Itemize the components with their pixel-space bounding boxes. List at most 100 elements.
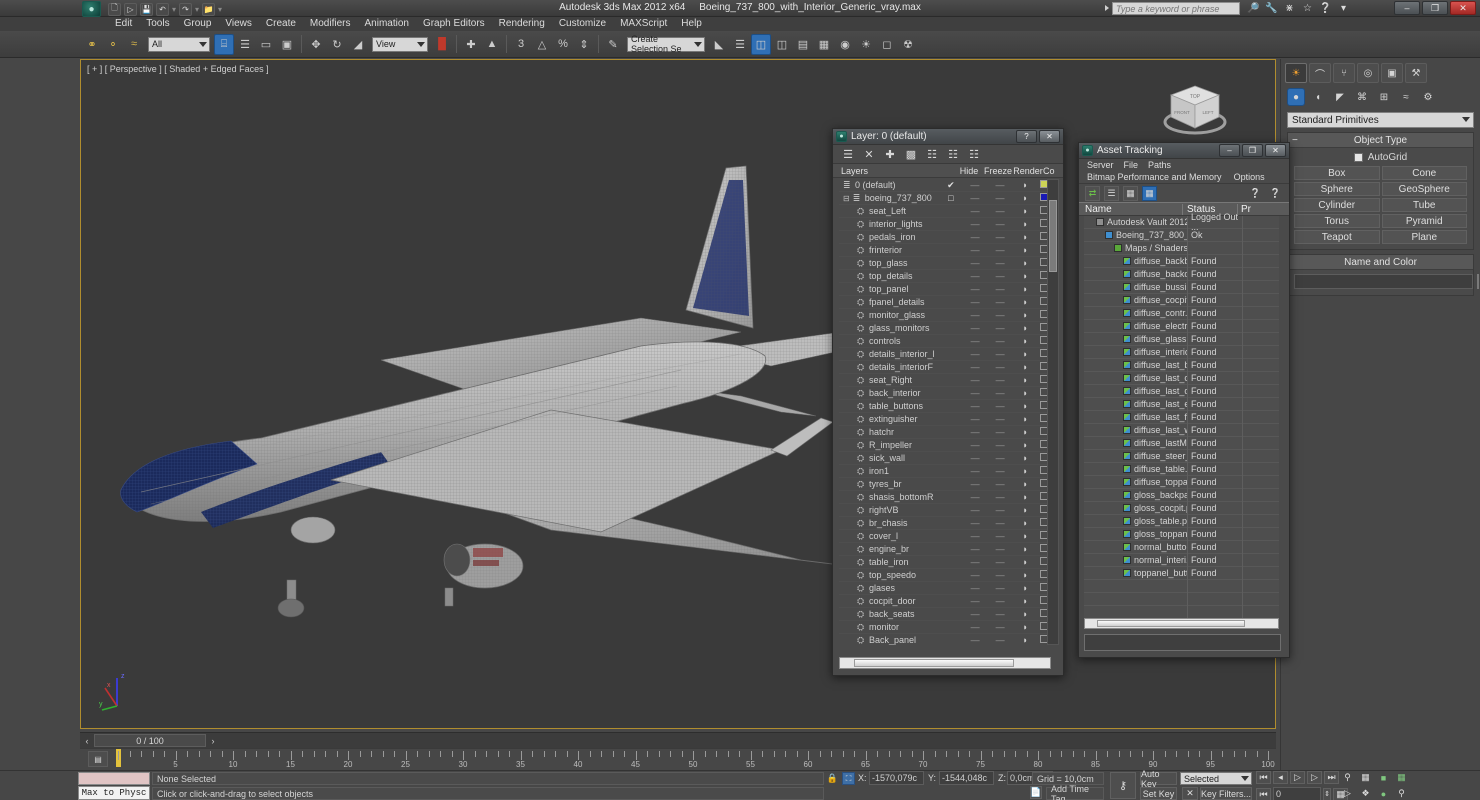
star-icon[interactable]: ☆ <box>1301 2 1314 15</box>
layer-freeze-cell[interactable]: — <box>988 323 1013 333</box>
layer-freeze-cell[interactable]: — <box>988 271 1013 281</box>
auto-key-button[interactable]: Auto Key <box>1140 769 1177 789</box>
select-by-name-icon[interactable]: ☰ <box>235 34 255 55</box>
lights-icon[interactable]: ◤ <box>1331 88 1349 106</box>
layer-freeze-cell[interactable]: — <box>988 245 1013 255</box>
asset-row[interactable]: diffuse_last_d...Found <box>1084 384 1279 398</box>
asset-row[interactable]: diffuse_last_fr...Found <box>1084 410 1279 424</box>
menu-item-maxscript[interactable]: MAXScript <box>613 17 674 31</box>
layer-freeze-cell[interactable]: — <box>988 570 1013 580</box>
layer-freeze-cell[interactable]: — <box>988 583 1013 593</box>
layer-row[interactable]: ⛭ details_interiorF — — ◗ <box>839 361 1051 374</box>
layer-row[interactable]: ⛭ extinguisher — — ◗ <box>839 413 1051 426</box>
asset-menu-paths[interactable]: Paths <box>1148 160 1171 170</box>
layer-render-cell[interactable]: ◗ <box>1013 518 1038 528</box>
asset-name-cell[interactable]: diffuse_last_d... <box>1084 384 1188 398</box>
current-frame-spinner[interactable]: 0 <box>1273 787 1321 800</box>
layer-name-cell[interactable]: ⛭ back_seats <box>839 609 940 619</box>
add-selected-objects-to-layer-icon[interactable]: ✚ <box>883 147 897 161</box>
rendered-frame-window-icon[interactable]: ☀ <box>856 34 876 55</box>
layer-row[interactable]: ⛭ cocpit_door — — ◗ <box>839 595 1051 608</box>
menu-item-graph-editors[interactable]: Graph Editors <box>416 17 492 31</box>
layer-row[interactable]: ≣ 0 (default) ✔ — — ◗ <box>839 179 1051 192</box>
open-mini-curve-editor-icon[interactable]: ▤ <box>88 751 108 767</box>
set-key-button[interactable]: Set Key <box>1140 787 1177 800</box>
layer-row[interactable]: ⛭ top_details — — ◗ <box>839 270 1051 283</box>
object-button-cylinder[interactable]: Cylinder <box>1294 198 1380 212</box>
layer-hide-cell[interactable]: — <box>963 453 988 463</box>
layer-hscroll-thumb[interactable] <box>854 659 1014 667</box>
object-color-swatch[interactable] <box>1477 274 1479 289</box>
asset-dialog-title-bar[interactable]: ● Asset Tracking – ❐ ✕ <box>1079 143 1289 159</box>
layer-name-cell[interactable]: ⛭ seat_Left <box>839 206 940 216</box>
geometry-icon[interactable]: ● <box>1287 88 1305 106</box>
asset-name-cell[interactable]: diffuse_steer_... <box>1084 449 1188 463</box>
layer-manager-icon[interactable]: ◫ <box>751 33 771 55</box>
menu-item-animation[interactable]: Animation <box>357 17 415 31</box>
layer-render-cell[interactable]: ◗ <box>1013 232 1038 242</box>
layer-name-cell[interactable]: ⛭ pedals_iron <box>839 232 940 242</box>
close-button[interactable]: ✕ <box>1450 1 1476 15</box>
motion-tab[interactable]: ◎ <box>1357 63 1379 83</box>
layer-hide-cell[interactable]: — <box>963 245 988 255</box>
menu-item-customize[interactable]: Customize <box>552 17 613 31</box>
layer-dialog-close-button[interactable]: ✕ <box>1039 130 1060 143</box>
asset-menu-bitmap-performance-and-memory[interactable]: Bitmap Performance and Memory <box>1087 172 1222 182</box>
layer-render-cell[interactable]: ◗ <box>1013 570 1038 580</box>
help-dropdown-icon[interactable]: ▾ <box>1337 2 1350 15</box>
layer-freeze-cell[interactable]: — <box>988 219 1013 229</box>
layer-render-cell[interactable]: ◗ <box>1013 505 1038 515</box>
script-mini-listener[interactable] <box>78 772 150 785</box>
object-button-cone[interactable]: Cone <box>1381 166 1467 180</box>
hide-unhide-layers-icon[interactable]: ☷ <box>946 147 960 161</box>
angle-snap-toggle-icon[interactable]: △ <box>532 34 552 55</box>
layer-name-cell[interactable]: ⛭ details_interiorF <box>839 362 940 372</box>
asset-row[interactable]: diffuse_electr...Found <box>1084 319 1279 333</box>
layer-freeze-cell[interactable]: — <box>988 557 1013 567</box>
layer-freeze-cell[interactable]: — <box>988 427 1013 437</box>
layer-row[interactable]: ⛭ details_interior_l — — ◗ <box>839 348 1051 361</box>
layer-freeze-cell[interactable]: — <box>988 596 1013 606</box>
asset-menu-file[interactable]: File <box>1124 160 1139 170</box>
window-crossing-icon[interactable]: ▣ <box>277 34 297 55</box>
layer-name-cell[interactable]: ⛭ seat_Right <box>839 375 940 385</box>
layer-hide-cell[interactable]: — <box>963 206 988 216</box>
layer-freeze-cell[interactable]: — <box>988 440 1013 450</box>
object-button-geosphere[interactable]: GeoSphere <box>1381 182 1467 196</box>
grid-view-icon[interactable]: ▦ <box>1142 185 1157 201</box>
layer-freeze-cell[interactable]: — <box>988 479 1013 489</box>
search-input[interactable] <box>1112 2 1240 15</box>
cameras-icon[interactable]: ⌘ <box>1353 88 1371 106</box>
layer-row[interactable]: ⛭ seat_Left — — ◗ <box>839 205 1051 218</box>
layer-freeze-cell[interactable]: — <box>988 609 1013 619</box>
asset-name-cell[interactable]: normal_butto... <box>1084 540 1188 554</box>
reference-coordinate-system-dropdown[interactable]: View <box>372 36 428 52</box>
layer-name-cell[interactable]: ⛭ monitor <box>839 622 940 632</box>
restore-button[interactable]: ❐ <box>1422 1 1448 15</box>
add-time-tag-label[interactable]: Add Time Tag <box>1046 784 1104 800</box>
layer-hide-cell[interactable]: — <box>963 479 988 489</box>
layer-hide-cell[interactable]: — <box>963 518 988 528</box>
rollout-collapse-icon[interactable]: − <box>1292 135 1298 146</box>
object-button-teapot[interactable]: Teapot <box>1294 230 1380 244</box>
layer-row[interactable]: ⛭ monitor_glass — — ◗ <box>839 309 1051 322</box>
render-production-icon[interactable]: ◻ <box>877 34 897 55</box>
asset-horizontal-scrollbar[interactable] <box>1084 618 1279 629</box>
layer-render-cell[interactable]: ◗ <box>1013 440 1038 450</box>
asset-name-cell[interactable]: gloss_table.png <box>1084 514 1188 528</box>
asset-tracking-dialog[interactable]: ● Asset Tracking – ❐ ✕ Server File Paths B… <box>1078 142 1290 658</box>
layer-render-cell[interactable]: ◗ <box>1013 388 1038 398</box>
layer-freeze-cell[interactable]: — <box>987 193 1012 203</box>
layer-render-cell[interactable]: ◗ <box>1013 297 1038 307</box>
asset-row[interactable]: diffuse_last_e...Found <box>1084 397 1279 411</box>
highlight-selected-objects-layers-icon[interactable]: ☷ <box>925 147 939 161</box>
display-tab[interactable]: ▣ <box>1381 63 1403 83</box>
menu-item-rendering[interactable]: Rendering <box>492 17 552 31</box>
layer-current-checkbox[interactable]: ✔ <box>939 180 962 191</box>
quick-render-icon[interactable]: ☢ <box>898 34 918 55</box>
key-filter-selection-dropdown[interactable]: Selected <box>1180 772 1252 785</box>
layer-row[interactable]: ⛭ glass_monitors — — ◗ <box>839 322 1051 335</box>
layer-hide-cell[interactable]: — <box>963 427 988 437</box>
layer-render-cell[interactable]: ◗ <box>1013 271 1038 281</box>
layer-hide-cell[interactable]: — <box>963 609 988 619</box>
